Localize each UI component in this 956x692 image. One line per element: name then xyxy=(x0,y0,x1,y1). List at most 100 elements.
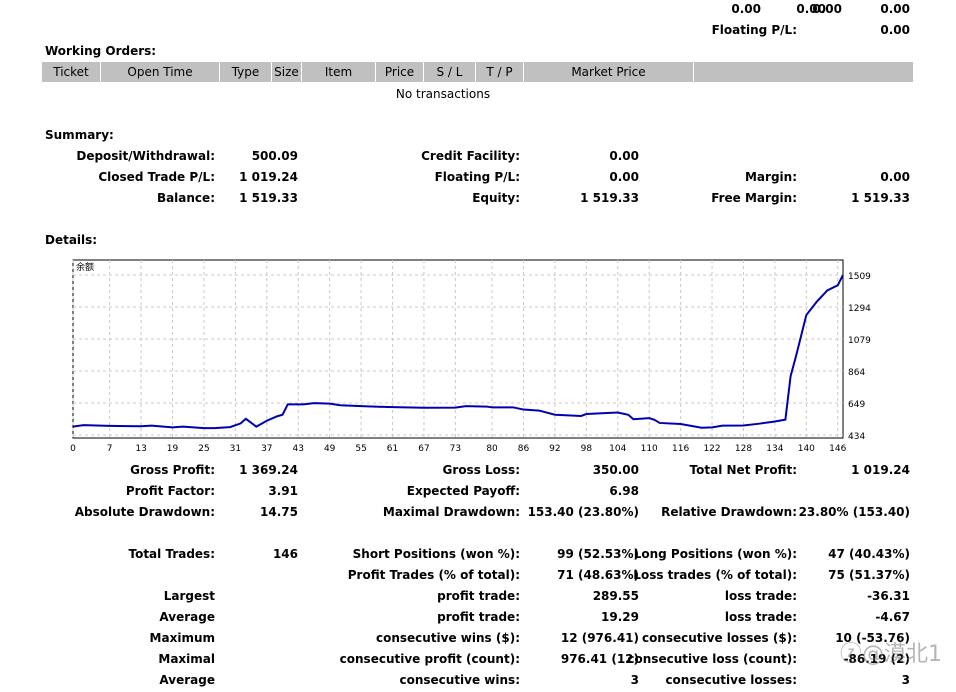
stat-label: Loss trades (% of total): xyxy=(633,568,797,582)
y-tick-label: 1079 xyxy=(848,336,871,346)
y-tick-label: 1294 xyxy=(848,304,871,314)
col-type[interactable]: Type xyxy=(220,62,272,82)
stat-label: consecutive profit (count): xyxy=(339,652,520,666)
stat-label: consecutive loss (count): xyxy=(627,652,797,666)
col-tp[interactable]: T / P xyxy=(476,62,524,82)
top-value-3: 0.00 xyxy=(812,2,842,16)
orders-table-header: Ticket Open Time Type Size Item Price S … xyxy=(42,62,913,82)
x-tick-label: 92 xyxy=(549,444,560,453)
floating-pl-value: 0.00 xyxy=(880,23,910,37)
x-tick-label: 13 xyxy=(135,444,146,453)
col-size[interactable]: Size xyxy=(272,62,302,82)
x-tick-label: 116 xyxy=(672,444,689,453)
stat-value: 0.00 xyxy=(880,170,910,184)
stat-label: Gross Loss: xyxy=(442,463,520,477)
stat-label: Maximum xyxy=(149,631,215,645)
stat-value: 0.00 xyxy=(609,149,639,163)
stat-value: 99 (52.53%) xyxy=(557,547,639,561)
stat-label: Absolute Drawdown: xyxy=(74,505,215,519)
stat-label: Profit Trades (% of total): xyxy=(347,568,520,582)
stat-value: 3.91 xyxy=(268,484,298,498)
stat-value: 1 519.33 xyxy=(580,191,639,205)
x-tick-label: 67 xyxy=(418,444,429,453)
x-tick-label: 55 xyxy=(355,444,366,453)
x-tick-label: 49 xyxy=(324,444,336,453)
plot-frame xyxy=(72,259,844,439)
stat-value: 0.00 xyxy=(609,170,639,184)
stat-value: 23.80% (153.40) xyxy=(798,505,910,519)
stat-label: Margin: xyxy=(744,170,797,184)
top-value-4: 0.00 xyxy=(880,2,910,16)
stat-value: 19.29 xyxy=(601,610,639,624)
stat-label: consecutive losses ($): xyxy=(641,631,797,645)
x-tick-label: 86 xyxy=(518,444,530,453)
col-market-price[interactable]: Market Price xyxy=(524,62,694,82)
stat-label: Average xyxy=(159,673,215,687)
y-tick-label: 864 xyxy=(848,368,865,378)
stat-value: 1 369.24 xyxy=(239,463,298,477)
stat-label: Largest xyxy=(163,589,215,603)
stat-label: Total Trades: xyxy=(128,547,215,561)
stat-value: 14.75 xyxy=(260,505,298,519)
stat-value: 47 (40.43%) xyxy=(828,547,910,561)
stat-value: 1 519.33 xyxy=(239,191,298,205)
x-tick-label: 19 xyxy=(167,444,179,453)
details-title: Details: xyxy=(45,233,98,247)
chart-title: 余额 xyxy=(76,261,94,273)
stat-label: profit trade: xyxy=(437,589,520,603)
x-tick-label: 104 xyxy=(609,444,626,453)
x-tick-label: 43 xyxy=(293,444,304,453)
summary-title: Summary: xyxy=(45,128,114,142)
stat-label: Profit Factor: xyxy=(125,484,215,498)
x-tick-label: 128 xyxy=(735,444,752,453)
y-tick-label: 1509 xyxy=(848,272,871,282)
stat-value: 75 (51.37%) xyxy=(828,568,910,582)
x-tick-label: 98 xyxy=(581,444,593,453)
col-open-time[interactable]: Open Time xyxy=(101,62,220,82)
stat-label: Deposit/Withdrawal: xyxy=(76,149,215,163)
watermark: ⓩ@漠北1 xyxy=(840,642,942,667)
stat-label: consecutive wins: xyxy=(399,673,520,687)
col-sl[interactable]: S / L xyxy=(424,62,476,82)
stat-label: Free Margin: xyxy=(711,191,797,205)
stat-label: Credit Facility: xyxy=(421,149,520,163)
working-orders-title: Working Orders: xyxy=(45,44,157,58)
col-price[interactable]: Price xyxy=(376,62,424,82)
stat-label: profit trade: xyxy=(437,610,520,624)
stat-label: Short Positions (won %): xyxy=(352,547,520,561)
stat-value: 3 xyxy=(630,673,639,687)
stat-label: Expected Payoff: xyxy=(406,484,520,498)
stat-label: consecutive wins ($): xyxy=(375,631,520,645)
x-tick-label: 146 xyxy=(829,444,846,453)
x-tick-label: 61 xyxy=(387,444,398,453)
stat-value: 146 xyxy=(272,547,298,561)
x-tick-label: 110 xyxy=(641,444,658,453)
x-tick-label: 73 xyxy=(450,444,461,453)
col-ticket[interactable]: Ticket xyxy=(42,62,101,82)
stat-label: loss trade: xyxy=(724,589,797,603)
col-item[interactable]: Item xyxy=(302,62,376,82)
floating-pl-label: Floating P/L: xyxy=(711,23,797,37)
stat-label: consecutive losses: xyxy=(665,673,797,687)
x-tick-label: 122 xyxy=(703,444,720,453)
stat-label: Balance: xyxy=(156,191,215,205)
y-tick-label: 649 xyxy=(848,400,865,410)
x-tick-label: 7 xyxy=(107,444,113,453)
stat-label: Maximal Drawdown: xyxy=(382,505,520,519)
x-tick-label: 134 xyxy=(766,444,783,453)
stat-value: 1 519.33 xyxy=(851,191,910,205)
stat-label: Closed Trade P/L: xyxy=(98,170,215,184)
stat-value: 500.09 xyxy=(251,149,298,163)
x-tick-label: 25 xyxy=(198,444,209,453)
x-tick-label: 31 xyxy=(230,444,241,453)
stat-value: 3 xyxy=(901,673,910,687)
stat-label: Maximal xyxy=(158,652,215,666)
balance-chart: 余额 0 7 13 19 25 31 37 43 49 55 61 67 73 80 86 92 98 104 110… xyxy=(70,259,871,453)
stat-label: Long Positions (won %): xyxy=(633,547,797,561)
stat-value: 12 (976.41) xyxy=(560,631,639,645)
stat-value: 1 019.24 xyxy=(851,463,910,477)
stat-label: Gross Profit: xyxy=(130,463,215,477)
stat-value: 6.98 xyxy=(609,484,639,498)
stat-label: Floating P/L: xyxy=(434,170,520,184)
stat-value: 71 (48.63%) xyxy=(557,568,639,582)
